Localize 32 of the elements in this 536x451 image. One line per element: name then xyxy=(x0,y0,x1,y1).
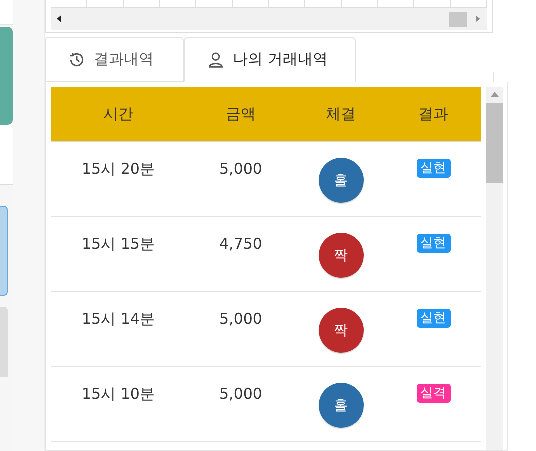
status-badge: 실현 xyxy=(416,234,450,253)
scroll-left-icon[interactable] xyxy=(57,15,62,23)
status-badge: 실현 xyxy=(416,309,450,328)
result-ball: 짝 xyxy=(318,308,364,353)
table-cell-text: 15시 10분 xyxy=(81,384,156,405)
horizontal-scrollbar[interactable] xyxy=(51,8,487,30)
vertical-scrollbar[interactable] xyxy=(486,87,503,450)
table-cell-text: 15시 15분 xyxy=(81,234,156,255)
tab[interactable]: 결과내역 xyxy=(45,37,184,82)
result-ball: 짝 xyxy=(318,233,364,278)
column-header: 체결 xyxy=(325,104,357,124)
column-header: 시간 xyxy=(102,104,134,124)
history-icon xyxy=(68,50,86,68)
status-badge: 실현 xyxy=(416,159,450,178)
status-badge: 실격 xyxy=(416,384,450,403)
table-cell-text: 15시 14분 xyxy=(81,309,156,330)
result-ball: 홀 xyxy=(318,383,364,428)
scroll-right-icon[interactable] xyxy=(476,15,481,23)
column-header: 결과 xyxy=(418,104,450,124)
result-ball: 홀 xyxy=(318,158,364,203)
tab[interactable]: 나의 거래내역 xyxy=(184,37,356,82)
table-cell-text: 5,000 xyxy=(218,309,264,330)
table-cell-text: 4,750 xyxy=(218,234,264,255)
table-cell-text: 15시 20분 xyxy=(81,159,156,180)
scrollbar-thumb[interactable] xyxy=(486,103,503,183)
column-header: 금액 xyxy=(225,104,257,124)
table-cell-text: 5,000 xyxy=(218,384,264,405)
card-background xyxy=(0,307,8,377)
scroll-up-icon[interactable] xyxy=(490,92,498,97)
table-cell-text: 5,000 xyxy=(218,159,264,180)
scrollbar-thumb[interactable] xyxy=(449,12,467,26)
user-icon xyxy=(207,50,225,68)
